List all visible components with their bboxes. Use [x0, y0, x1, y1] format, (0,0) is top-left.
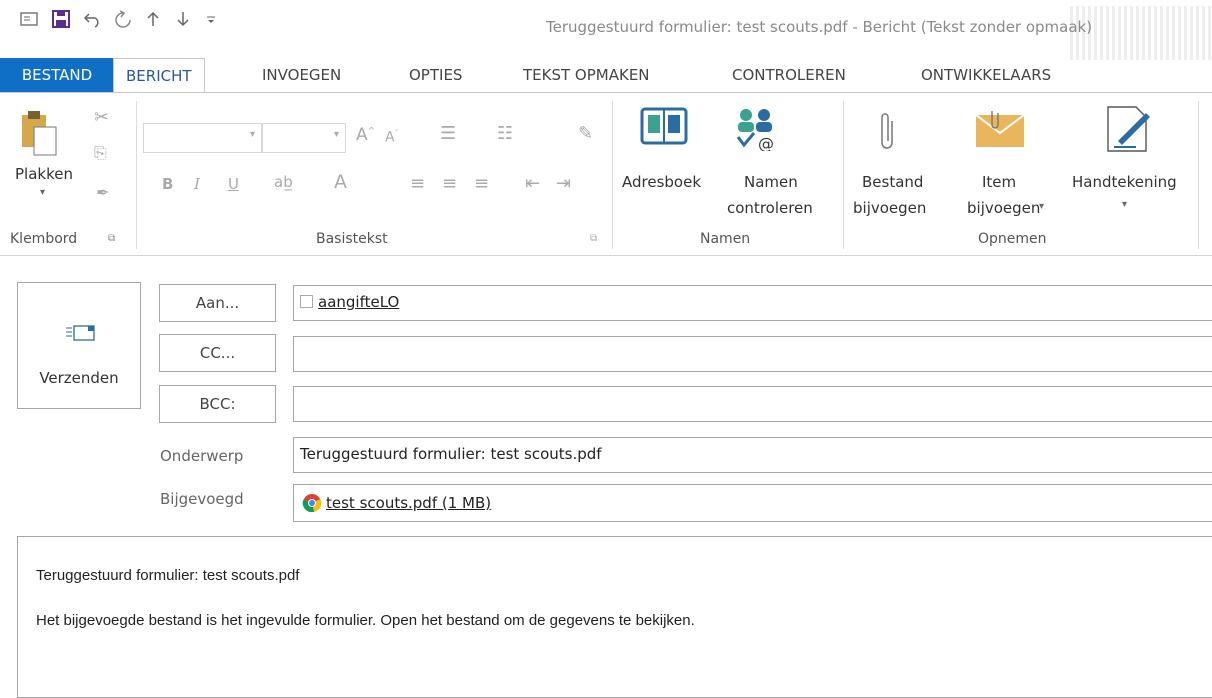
font-size-combo[interactable]: ▾ — [262, 123, 346, 153]
group-label-include: Opnemen — [978, 231, 1047, 247]
paste-dropdown-icon[interactable]: ▾ — [40, 187, 45, 198]
group-label-clipboard: Klembord — [10, 231, 78, 247]
attach-file-button-line1[interactable]: Bestand — [862, 173, 923, 191]
cc-field[interactable] — [293, 336, 1212, 372]
decrease-indent-icon[interactable]: ⇤ — [525, 173, 540, 194]
align-left-icon[interactable]: ≡ — [410, 173, 425, 194]
font-name-combo[interactable]: ▾ — [143, 123, 262, 153]
recipient-checkbox-icon — [300, 295, 313, 308]
customize-icon[interactable] — [200, 8, 222, 30]
up-icon[interactable] — [142, 8, 164, 30]
send-button[interactable]: Verzenden — [17, 282, 141, 409]
signature-icon — [1106, 105, 1152, 157]
bold-button[interactable]: B — [162, 175, 173, 193]
tab-bericht[interactable]: BERICHT — [113, 58, 205, 95]
separator — [843, 101, 844, 249]
highlight-icon[interactable]: ab̲ — [274, 173, 293, 191]
email-icon[interactable] — [18, 8, 40, 30]
numbering-icon[interactable]: ☷ — [497, 123, 513, 144]
align-right-icon[interactable]: ≡ — [474, 173, 489, 194]
message-body[interactable]: Teruggestuurd formulier: test scouts.pdf… — [17, 536, 1212, 698]
underline-button[interactable]: U — [228, 175, 239, 193]
svg-text:@: @ — [758, 134, 774, 151]
tab-tekst-opmaken[interactable]: TEKST OPMAKEN — [511, 58, 662, 92]
check-names-button-line2[interactable]: controleren — [727, 199, 813, 217]
shrink-font-icon[interactable]: Aˇ — [385, 129, 399, 146]
body-line-1: Teruggestuurd formulier: test scouts.pdf — [36, 567, 300, 584]
address-book-button[interactable]: Adresboek — [622, 173, 701, 191]
save-icon[interactable] — [50, 8, 72, 30]
format-painter-icon[interactable]: ✒ — [96, 183, 109, 202]
group-label-names: Namen — [700, 231, 751, 247]
separator — [612, 101, 613, 249]
ribbon: Plakken ▾ ✂ ⎘ ✒ Klembord ⧉ ▾ ▾ A^ Aˇ ☰ ☷… — [0, 92, 1212, 256]
attach-item-dropdown-icon[interactable]: ▾ — [1039, 201, 1044, 212]
attached-label: Bijgevoegd — [160, 490, 244, 508]
basic-text-launcher-icon[interactable]: ⧉ — [590, 233, 597, 244]
bcc-field[interactable] — [293, 386, 1212, 422]
signature-dropdown-icon[interactable]: ▾ — [1122, 199, 1127, 210]
paste-icon — [20, 109, 60, 163]
group-label-basic-text: Basistekst — [316, 231, 388, 247]
undo-icon[interactable] — [82, 8, 104, 30]
subject-value: Teruggestuurd formulier: test scouts.pdf — [300, 445, 602, 463]
tab-controleren[interactable]: CONTROLEREN — [720, 58, 858, 92]
separator — [136, 101, 137, 249]
subject-label: Onderwerp — [160, 447, 244, 465]
tab-opties[interactable]: OPTIES — [397, 58, 474, 92]
chrome-icon — [302, 493, 322, 517]
body-line-2: Het bijgevoegde bestand is het ingevulde… — [36, 612, 695, 629]
clipboard-launcher-icon[interactable]: ⧉ — [108, 233, 115, 244]
clear-format-icon[interactable]: ✎ — [578, 123, 593, 144]
attach-item-button-line2[interactable]: bijvoegen — [967, 199, 1040, 217]
check-names-icon: @ — [730, 107, 782, 155]
to-field[interactable]: aangifteLO — [293, 285, 1212, 321]
attachments-field: test scouts.pdf (1 MB) — [293, 484, 1212, 522]
attach-file-button-line2[interactable]: bijvoegen — [853, 199, 926, 217]
separator — [1198, 101, 1199, 249]
recipient-chip[interactable]: aangifteLO — [318, 293, 399, 311]
address-book-icon — [640, 105, 688, 151]
align-center-icon[interactable]: ≡ — [442, 173, 457, 194]
tab-ontwikkelaars[interactable]: ONTWIKKELAARS — [909, 58, 1063, 92]
paste-button[interactable]: Plakken — [15, 165, 73, 183]
cc-button[interactable]: CC... — [159, 334, 276, 372]
italic-button[interactable]: I — [194, 175, 200, 193]
send-label: Verzenden — [39, 369, 119, 387]
window-title: Teruggestuurd formulier: test scouts.pdf… — [546, 18, 1093, 36]
signature-button[interactable]: Handtekening — [1072, 173, 1177, 191]
attach-item-icon — [974, 109, 1026, 153]
increase-indent-icon[interactable]: ⇥ — [556, 173, 571, 194]
paperclip-icon — [878, 107, 898, 159]
redo-icon[interactable] — [112, 8, 134, 30]
check-names-button-line1[interactable]: Namen — [744, 173, 798, 191]
bullets-icon[interactable]: ☰ — [440, 123, 456, 144]
subject-field[interactable]: Teruggestuurd formulier: test scouts.pdf — [293, 437, 1212, 473]
to-button[interactable]: Aan... — [159, 284, 276, 322]
copy-icon[interactable]: ⎘ — [94, 143, 107, 163]
bcc-button[interactable]: BCC: — [159, 385, 276, 423]
send-icon — [66, 323, 96, 347]
cut-icon[interactable]: ✂ — [94, 107, 109, 128]
tab-invoegen[interactable]: INVOEGEN — [250, 58, 353, 92]
grow-font-icon[interactable]: A^ — [356, 125, 375, 145]
attachment-link[interactable]: test scouts.pdf (1 MB) — [326, 494, 491, 512]
font-color-button[interactable]: A — [334, 171, 347, 193]
tab-file[interactable]: BESTAND — [0, 58, 114, 92]
attach-item-button-line1[interactable]: Item — [982, 173, 1016, 191]
down-icon[interactable] — [172, 8, 194, 30]
